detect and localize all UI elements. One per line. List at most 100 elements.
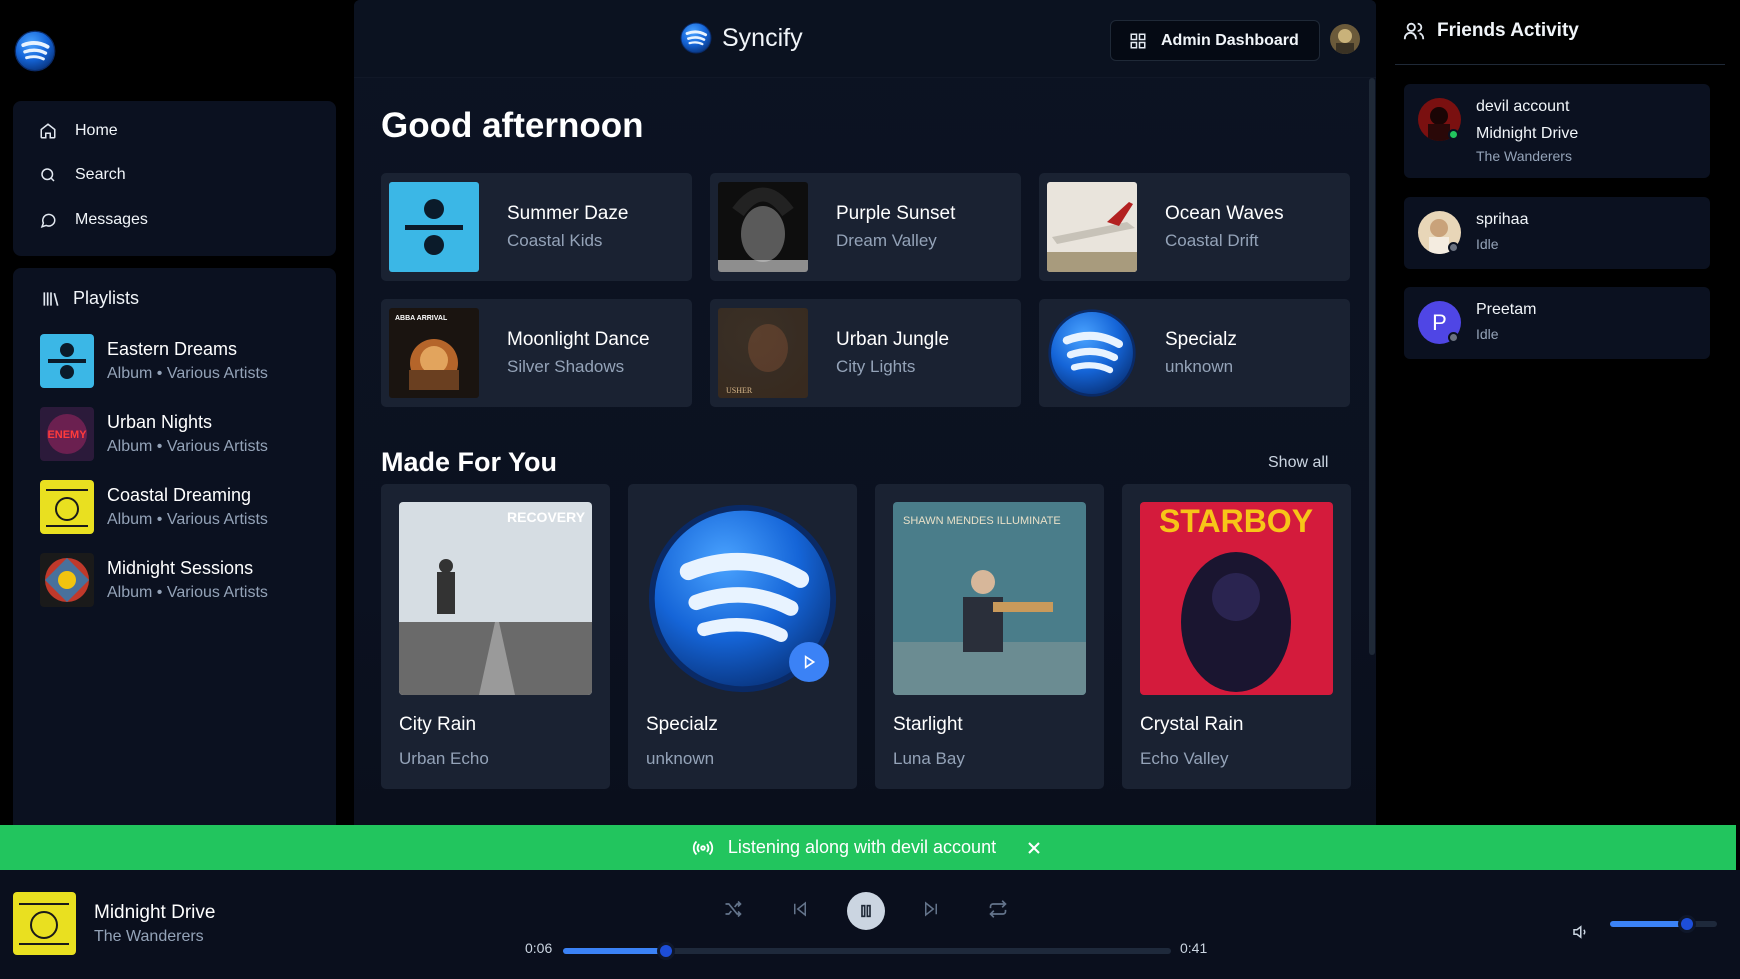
album-cover: STARBOY <box>1140 502 1333 695</box>
playlist-item[interactable]: Eastern Dreams Album • Various Artists <box>40 334 268 388</box>
brand[interactable]: Syncify <box>680 22 803 54</box>
friend-item[interactable]: devil account Midnight Drive The Wandere… <box>1404 84 1710 178</box>
quick-pick-artist: Coastal Drift <box>1165 231 1259 250</box>
playlist-cover: ENEMY <box>40 407 94 461</box>
greeting-heading: Good afternoon <box>381 106 644 145</box>
svg-text:SHAWN MENDES ILLUMINATE: SHAWN MENDES ILLUMINATE <box>903 515 1061 527</box>
quick-pick-title: Summer Daze <box>507 203 629 224</box>
volume-icon[interactable] <box>1571 923 1589 941</box>
playlists-heading: Playlists <box>41 288 139 309</box>
friend-name: Preetam <box>1476 301 1537 318</box>
user-avatar[interactable] <box>1330 24 1360 54</box>
volume-slider[interactable] <box>1610 915 1717 933</box>
volume-fill <box>1610 921 1688 927</box>
current-time: 0:06 <box>525 940 553 956</box>
playlist-title: Eastern Dreams <box>107 339 238 359</box>
close-icon[interactable] <box>1024 838 1044 858</box>
divider <box>1395 64 1725 65</box>
quick-pick-artist: unknown <box>1165 357 1234 376</box>
quick-pick-title: Specialz <box>1165 329 1237 350</box>
show-all-link[interactable]: Show all <box>1268 454 1328 472</box>
nav-home[interactable]: Home <box>39 119 118 143</box>
playlist-sub: Album • Various Artists <box>107 511 268 528</box>
broadcast-icon <box>692 840 714 855</box>
left-sidebar: Home Search Messages Playlists Eastern D… <box>0 0 350 825</box>
app-logo-icon[interactable] <box>14 30 56 72</box>
album-artist: Urban Echo <box>399 749 489 768</box>
progress-slider[interactable] <box>563 942 1171 960</box>
listen-along-banner: Listening along with devil account <box>0 825 1736 870</box>
album-card[interactable]: SHAWN MENDES ILLUMINATE Starlight Luna B… <box>875 484 1104 789</box>
quick-pick-card[interactable]: Purple Sunset Dream Valley <box>710 173 1021 281</box>
volume-knob[interactable] <box>1678 915 1697 933</box>
quick-pick-card[interactable]: ABBA ARRIVAL Moonlight Dance Silver Shado… <box>381 299 692 407</box>
playlist-title: Urban Nights <box>107 412 213 432</box>
playlist-title: Coastal Dreaming <box>107 485 252 505</box>
quick-pick-card[interactable]: Ocean Waves Coastal Drift <box>1039 173 1350 281</box>
pause-button[interactable] <box>847 892 885 930</box>
playlist-item[interactable]: Midnight Sessions Album • Various Artists <box>40 553 268 607</box>
message-icon <box>40 213 56 228</box>
friend-item[interactable]: P Preetam Idle <box>1404 287 1710 359</box>
album-card[interactable]: Specialz unknown <box>628 484 857 789</box>
svg-text:USHER: USHER <box>726 386 753 395</box>
quick-pick-cover: USHER <box>718 308 808 398</box>
friend-song: Midnight Drive <box>1476 125 1579 142</box>
made-for-you-heading: Made For You <box>381 447 558 477</box>
main-nav: Home Search Messages <box>13 101 336 256</box>
album-title: Starlight <box>893 714 963 735</box>
quick-pick-card[interactable]: Specialz unknown <box>1039 299 1350 407</box>
admin-dashboard-button[interactable]: Admin Dashboard <box>1110 20 1320 61</box>
album-card[interactable]: RECOVERY City Rain Urban Echo <box>381 484 610 789</box>
album-cover: SHAWN MENDES ILLUMINATE <box>893 502 1086 695</box>
listen-along-text: Listening along with devil account <box>727 837 997 857</box>
idle-status-dot <box>1448 242 1459 253</box>
online-status-dot <box>1448 129 1459 140</box>
friend-name: sprihaa <box>1476 211 1529 228</box>
shuffle-button[interactable] <box>721 897 745 921</box>
nav-messages[interactable]: Messages <box>39 208 148 232</box>
main-scrollbar[interactable] <box>1369 78 1375 655</box>
top-bar: Syncify Admin Dashboard <box>354 0 1376 78</box>
playlist-cover <box>40 334 94 388</box>
play-button[interactable] <box>789 642 829 682</box>
app-logo-icon <box>680 22 712 54</box>
repeat-icon <box>989 900 1007 918</box>
playlist-cover <box>40 553 94 607</box>
play-icon <box>804 655 816 669</box>
search-icon <box>41 168 55 182</box>
playlists-panel: Playlists Eastern Dreams Album • Various … <box>13 268 336 825</box>
nav-search-label: Search <box>75 166 126 183</box>
friends-activity-heading: Friends Activity <box>1403 20 1579 42</box>
nav-search[interactable]: Search <box>39 163 126 187</box>
quick-pick-card[interactable]: USHER Urban Jungle City Lights <box>710 299 1021 407</box>
home-icon <box>40 123 56 139</box>
quick-pick-artist: City Lights <box>836 357 916 376</box>
playlist-item[interactable]: Coastal Dreaming Album • Various Artists <box>40 480 268 534</box>
library-icon <box>43 291 59 306</box>
album-card[interactable]: STARBOY Crystal Rain Echo Valley <box>1122 484 1351 789</box>
nav-messages-label: Messages <box>75 211 148 228</box>
now-playing-artist: The Wanderers <box>94 928 204 945</box>
next-button[interactable] <box>919 897 943 921</box>
quick-pick-title: Ocean Waves <box>1165 203 1284 224</box>
album-title: Specialz <box>646 714 718 735</box>
progress-fill <box>563 948 667 954</box>
shuffle-icon <box>725 900 742 918</box>
nav-home-label: Home <box>75 122 118 139</box>
album-title: Crystal Rain <box>1140 714 1244 735</box>
playlist-sub: Album • Various Artists <box>107 438 268 455</box>
friend-status: Idle <box>1476 326 1499 342</box>
previous-button[interactable] <box>788 897 812 921</box>
quick-pick-card[interactable]: Summer Daze Coastal Kids <box>381 173 692 281</box>
playlist-title: Midnight Sessions <box>107 558 254 578</box>
quick-pick-title: Urban Jungle <box>836 329 950 350</box>
idle-status-dot <box>1448 332 1459 343</box>
repeat-button[interactable] <box>986 897 1010 921</box>
progress-knob[interactable] <box>657 942 676 960</box>
skip-forward-icon <box>925 901 937 917</box>
playlist-item[interactable]: ENEMY Urban Nights Album • Various Artist… <box>40 407 268 461</box>
quick-pick-title: Purple Sunset <box>836 203 956 224</box>
friend-item[interactable]: sprihaa Idle <box>1404 197 1710 269</box>
playlist-cover <box>40 480 94 534</box>
